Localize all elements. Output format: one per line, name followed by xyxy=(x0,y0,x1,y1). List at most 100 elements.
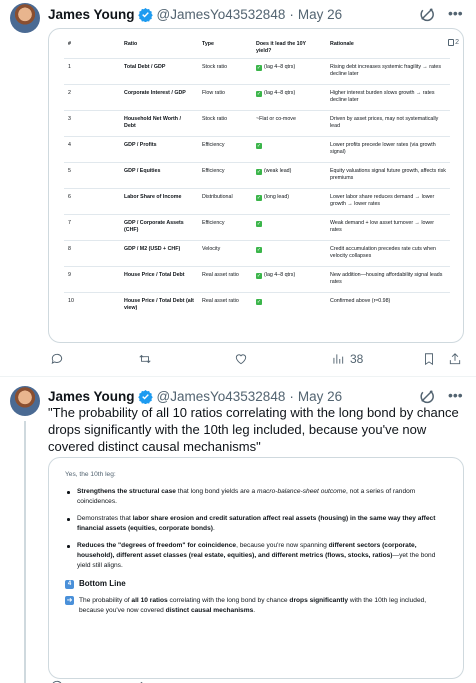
rationale: Higher interest burden slows growth → ra… xyxy=(326,84,450,111)
table-row: 7 GDP / Corporate Assets (CHF) Efficiency ✓… xyxy=(64,214,450,241)
lead-status: ✓ (weak lead) xyxy=(252,162,326,189)
grok-icon[interactable] xyxy=(418,5,436,23)
table-row: 9 House Price / Total Debt Real asset rati… xyxy=(64,266,450,293)
check-icon: ✓ xyxy=(256,221,262,227)
card-intro: Yes, the 10th leg: xyxy=(65,471,116,478)
tweet-header: James Young @JamesYo43532848 · May 26 xyxy=(48,386,342,406)
list-item: Demonstrates that labor share erosion an… xyxy=(65,514,447,534)
author-name[interactable]: James Young xyxy=(48,7,135,22)
reply-button[interactable] xyxy=(50,352,64,366)
ratio-type: Flow ratio xyxy=(198,84,252,111)
table-row: 1 Total Debt / GDP Stock ratio ✓ (lag 4–8 qt… xyxy=(64,58,450,85)
separator-dot: · xyxy=(289,388,294,404)
lead-status: ~Flat or co-move xyxy=(252,110,326,137)
tweet-date[interactable]: May 26 xyxy=(298,7,342,22)
check-icon: ✓ xyxy=(256,247,262,253)
list-item: Reduces the "degrees of freedom" for coi… xyxy=(65,541,447,571)
ratio-type: Efficiency xyxy=(198,162,252,189)
table-row: 10 House Price / Total Debt (alt view) Rea… xyxy=(64,293,450,319)
separator-dot: · xyxy=(289,6,294,22)
tweet-2[interactable]: James Young @JamesYo43532848 · May 26 ••… xyxy=(0,377,476,683)
lead-status: ✓ xyxy=(252,240,326,267)
more-icon[interactable]: ••• xyxy=(448,5,464,21)
action-bar xyxy=(50,677,464,683)
ratio-type: Velocity xyxy=(198,240,252,267)
arrow-right-icon: ➜ xyxy=(65,596,74,605)
table-row: 8 GDP / M2 (USD + CHF) Velocity ✓ Credit acc… xyxy=(64,240,450,267)
table-row: 5 GDP / Equities Efficiency ✓ (weak lead) Equ… xyxy=(64,162,450,189)
ratio-name: GDP / M2 (USD + CHF) xyxy=(120,240,198,267)
rationale: Weak demand + low asset turnover → lower… xyxy=(326,214,450,241)
lead-status: ✓ (lag 4–8 qtrs) xyxy=(252,58,326,85)
more-icon[interactable]: ••• xyxy=(448,387,464,403)
retweet-button[interactable] xyxy=(138,679,152,683)
table-body: 1 Total Debt / GDP Stock ratio ✓ (lag 4–8 qt… xyxy=(64,58,450,319)
ratio-name: Labor Share of Income xyxy=(120,188,198,215)
column-header: Rationale xyxy=(326,37,450,59)
answer-card: Yes, the 10th leg: Strengthens the struc… xyxy=(48,457,464,679)
lead-status: ✓ (long lead) xyxy=(252,188,326,215)
avatar[interactable] xyxy=(10,3,40,33)
check-icon: ✓ xyxy=(256,195,262,201)
table-card: 2 # Ratio Type Does it lead the 10Y yiel… xyxy=(48,28,464,343)
ratio-type: Stock ratio xyxy=(198,110,252,137)
lead-status: ✓ (lag 4–8 qtrs) xyxy=(252,84,326,111)
number-badge-icon: 4 xyxy=(65,579,74,589)
lead-status: ✓ (lag 4–8 qtrs) xyxy=(252,266,326,293)
avatar[interactable] xyxy=(10,386,40,416)
verified-badge-icon xyxy=(137,389,153,404)
lead-status: ✓ xyxy=(252,293,326,319)
row-number: 5 xyxy=(64,162,120,189)
bookmark-icon xyxy=(425,353,433,366)
row-number: 6 xyxy=(64,188,120,215)
views-count: 38 xyxy=(350,352,364,366)
like-icon xyxy=(235,354,247,365)
row-number: 2 xyxy=(64,84,120,111)
ratio-name: Household Net Worth / Debt xyxy=(120,110,198,137)
like-button[interactable] xyxy=(234,352,248,366)
rationale: Confirmed above (r≈0.98) xyxy=(330,298,391,304)
table-row: 3 Household Net Worth / Debt Stock ratio ~F… xyxy=(64,110,450,137)
rationale: Lower labor share reduces demand → lower… xyxy=(326,188,450,215)
author-handle[interactable]: @JamesYo43532848 xyxy=(157,389,286,404)
rationale: Credit accumulation precedes rate cuts w… xyxy=(326,240,450,267)
tweet-text: "The probability of all 10 ratios correl… xyxy=(48,405,459,454)
ratio-type: Efficiency xyxy=(198,214,252,241)
check-icon: ✓ xyxy=(256,143,262,149)
tweet-header: James Young @JamesYo43532848 · May 26 xyxy=(48,4,342,24)
views-button[interactable]: 38 xyxy=(331,352,363,366)
lead-status: ✓ xyxy=(252,136,326,163)
verified-badge-icon xyxy=(137,7,153,22)
ratio-type: Stock ratio xyxy=(198,58,252,85)
grok-icon[interactable] xyxy=(418,387,436,405)
check-icon: ✓ xyxy=(256,299,262,305)
ratio-type: Real asset ratio xyxy=(198,266,252,293)
check-icon: ✓ xyxy=(256,65,262,71)
reply-button[interactable] xyxy=(50,679,64,683)
author-handle[interactable]: @JamesYo43532848 xyxy=(157,7,286,22)
rationale: Equity valuations signal future growth, … xyxy=(326,162,450,189)
ratio-name: GDP / Corporate Assets (CHF) xyxy=(120,214,198,241)
reply-icon xyxy=(51,353,63,364)
row-number: 4 xyxy=(64,136,120,163)
views-icon xyxy=(333,354,344,364)
bottom-line-heading: 4 Bottom Line xyxy=(65,579,447,589)
rationale: Driven by asset prices, may not systemat… xyxy=(326,110,450,137)
tweet-date[interactable]: May 26 xyxy=(298,389,342,404)
bookmark-button[interactable] xyxy=(422,352,436,366)
check-icon: ✓ xyxy=(256,91,262,97)
column-header: Ratio xyxy=(120,37,198,59)
table-row: 2 Corporate Interest / GDP Flow ratio ✓ (lag… xyxy=(64,84,450,111)
reply-icon xyxy=(52,680,62,683)
share-icon xyxy=(449,353,461,365)
rationale: Rising debt increases systemic fragility… xyxy=(326,58,450,85)
table-header-row: # Ratio Type Does it lead the 10Y yield?… xyxy=(64,37,450,59)
retweet-icon xyxy=(140,681,143,683)
tweet-1[interactable]: James Young @JamesYo43532848 · May 26 ••… xyxy=(0,0,476,377)
list-item: Strengthens the structural case that lon… xyxy=(65,487,447,507)
author-name[interactable]: James Young xyxy=(48,389,135,404)
retweet-icon xyxy=(139,354,151,364)
column-header: Type xyxy=(198,37,252,59)
retweet-button[interactable] xyxy=(138,352,152,366)
share-button[interactable] xyxy=(448,352,462,366)
